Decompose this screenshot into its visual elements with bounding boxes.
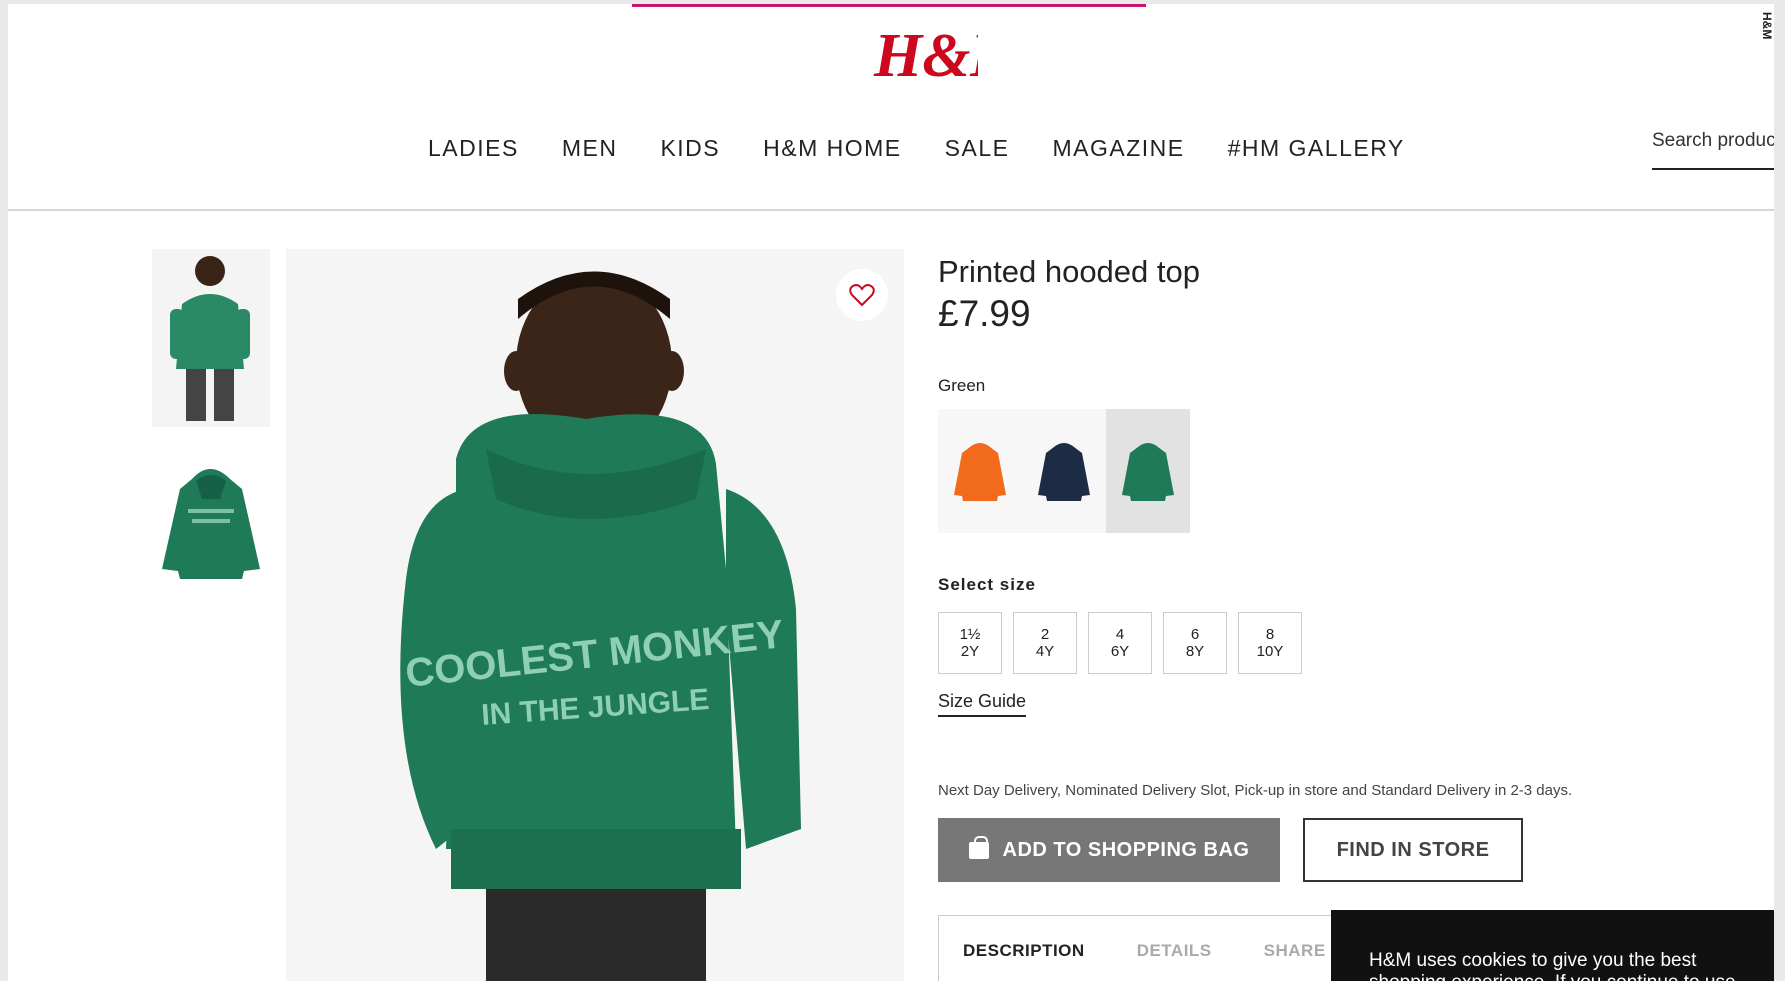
hoodie-navy-image — [1038, 443, 1090, 501]
color-label: Green — [938, 376, 986, 395]
thumbnail-product-image — [162, 469, 260, 579]
thumbnail-product[interactable] — [152, 459, 270, 599]
tab-description[interactable]: DESCRIPTION — [963, 941, 1085, 961]
product-title: Printed hooded top — [938, 254, 1200, 289]
size-age: 4Y — [1035, 643, 1055, 660]
search-input[interactable] — [1652, 126, 1774, 152]
model-photo: COOLEST MONKEY IN THE JUNGLE — [400, 271, 801, 981]
svg-text:H&M: H&M — [873, 22, 978, 90]
swatch-orange[interactable] — [938, 409, 1022, 533]
size-option-4y[interactable]: 2 4Y — [1013, 612, 1077, 674]
select-size-label: Select size — [938, 575, 1036, 594]
size-age: 6Y — [1110, 643, 1130, 660]
nav-item-sale[interactable]: SALE — [945, 135, 1010, 162]
size-range: 4 — [1115, 626, 1125, 643]
vertical-brand-mark: H&M — [1760, 12, 1774, 40]
product-price: £7.99 — [938, 293, 1031, 334]
add-to-bag-label: ADD TO SHOPPING BAG — [1002, 838, 1250, 861]
nav-item-hm-home[interactable]: H&M HOME — [763, 135, 902, 162]
size-age: 8Y — [1185, 643, 1205, 660]
heart-icon — [849, 284, 875, 307]
size-option-8y[interactable]: 6 8Y — [1163, 612, 1227, 674]
header-divider — [8, 209, 1774, 211]
swatch-navy[interactable] — [1022, 409, 1106, 533]
cookie-banner: H&M uses cookies to give you the best sh… — [1331, 910, 1774, 981]
favourite-button[interactable] — [836, 269, 888, 321]
size-range: 2 — [1040, 626, 1050, 643]
nav-item-magazine[interactable]: MAGAZINE — [1052, 135, 1184, 162]
nav-item-ladies[interactable]: LADIES — [428, 135, 519, 162]
cookie-text: H&M uses cookies to give you the best sh… — [1369, 950, 1736, 981]
size-option-6y[interactable]: 4 6Y — [1088, 612, 1152, 674]
top-accent-bar — [632, 4, 1146, 7]
shopping-bag-icon — [968, 835, 989, 859]
thumbnail-model-image — [170, 256, 250, 421]
thumbnail-model[interactable] — [152, 249, 270, 427]
search-box — [1652, 126, 1774, 170]
size-guide-link[interactable]: Size Guide — [938, 691, 1027, 717]
nav-item-hm-gallery[interactable]: #HM GALLERY — [1228, 135, 1405, 162]
size-options: 1½ 2Y 2 4Y 4 6Y 6 8Y 8 10Y — [938, 612, 1302, 674]
swatch-green[interactable] — [1106, 409, 1190, 533]
hm-logo-mark: H&M — [873, 22, 1027, 90]
nav-item-kids[interactable]: KIDS — [660, 135, 720, 162]
size-age: 10Y — [1256, 643, 1284, 660]
hoodie-green-image — [1122, 443, 1174, 501]
tab-share[interactable]: SHARE — [1264, 941, 1326, 961]
main-nav: LADIES MEN KIDS H&M HOME SALE MAGAZINE #… — [428, 135, 1448, 162]
hm-logo[interactable]: H&M — [868, 14, 1027, 94]
size-option-2y[interactable]: 1½ 2Y — [938, 612, 1002, 674]
size-range: 6 — [1190, 626, 1200, 643]
add-to-bag-button[interactable]: ADD TO SHOPPING BAG — [938, 818, 1280, 882]
tab-details[interactable]: DETAILS — [1137, 941, 1212, 961]
size-range: 8 — [1265, 626, 1275, 643]
delivery-info: Next Day Delivery, Nominated Delivery Sl… — [938, 782, 1573, 799]
main-product-image: COOLEST MONKEY IN THE JUNGLE — [286, 249, 904, 981]
size-range: 1½ — [959, 626, 981, 643]
size-option-10y[interactable]: 8 10Y — [1238, 612, 1302, 674]
product-page: H&M H&M LADIES MEN KIDS H&M HOME SALE MA… — [8, 4, 1774, 981]
hoodie-orange-image — [954, 443, 1006, 501]
size-age: 2Y — [960, 643, 980, 660]
find-in-store-button[interactable]: FIND IN STORE — [1303, 818, 1523, 882]
nav-item-men[interactable]: MEN — [562, 135, 618, 162]
color-swatches — [938, 409, 1190, 533]
